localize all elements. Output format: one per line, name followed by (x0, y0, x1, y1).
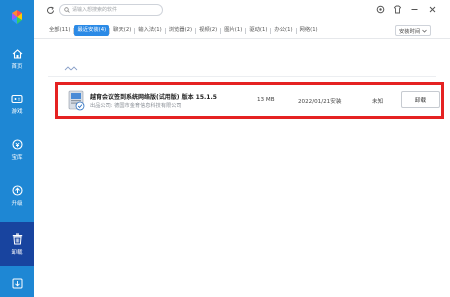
trash-icon (12, 233, 22, 244)
upgrade-icon (11, 185, 23, 196)
uninstall-button[interactable]: 卸载 (401, 91, 440, 108)
search-input[interactable] (70, 5, 160, 15)
minimize-icon (411, 9, 418, 10)
tab-image[interactable]: 图片(1) (221, 25, 245, 36)
skin-icon (393, 5, 402, 14)
app-package-icon (68, 90, 85, 111)
close-icon (429, 6, 436, 13)
tab-input-method[interactable]: 输入法(1) (135, 25, 164, 36)
sidebar: 首页 游戏 宝库 升级 卸载 (0, 0, 34, 297)
download-icon (12, 278, 22, 289)
app-size: 13 MB (257, 97, 275, 103)
tab-recent-install[interactable]: 最近安装(4) (74, 25, 110, 36)
sidebar-item-label: 宝库 (11, 155, 23, 161)
gamepad-icon (11, 94, 23, 103)
chevron-down-icon (422, 29, 427, 33)
sort-dropdown[interactable]: 安装时间 (395, 25, 431, 36)
treasure-icon (11, 139, 23, 150)
category-tabs-bar: 全部(11) 最近安装(4) 聊天(2) 输入法(1) 浏览器(2) 视频(2)… (34, 22, 450, 39)
tab-all[interactable]: 全部(11) (46, 25, 73, 36)
tab-browser[interactable]: 浏览器(2) (166, 25, 195, 36)
tab-office[interactable]: 办公(1) (271, 25, 295, 36)
refresh-button[interactable] (45, 5, 55, 15)
settings-button[interactable] (375, 4, 386, 15)
tab-network[interactable]: 网络(1) (297, 25, 321, 36)
sidebar-item-label: 游戏 (11, 108, 23, 115)
sidebar-download-button[interactable] (0, 270, 34, 297)
list-item[interactable]: 越育会议签到系统网络版(试用版) 版本 15.1.5 出品公司: 德国市金育信息… (55, 82, 444, 119)
app-install-date: 2022/01/21安装 (298, 99, 342, 105)
search-box[interactable] (59, 4, 163, 16)
sidebar-item-upgrade[interactable]: 升级 (0, 177, 34, 215)
top-bar (34, 0, 450, 22)
collapse-chevron-icon[interactable] (64, 66, 78, 71)
sidebar-item-home[interactable]: 首页 (0, 40, 34, 78)
app-logo (0, 0, 34, 34)
sidebar-item-label: 卸载 (11, 249, 23, 256)
sort-selected-value: 安装时间 (399, 28, 421, 35)
sidebar-item-games[interactable]: 游戏 (0, 85, 34, 123)
category-tabs: 全部(11) 最近安装(4) 聊天(2) 输入法(1) 浏览器(2) 视频(2)… (46, 25, 321, 36)
app-publisher: 出品公司: 德国市金育信息科技有限公司 (90, 103, 182, 109)
home-icon (12, 48, 22, 59)
row-divider (48, 76, 436, 77)
minimize-button[interactable] (409, 4, 420, 15)
sidebar-item-label: 首页 (11, 63, 23, 70)
tab-chat[interactable]: 聊天(2) (110, 25, 134, 36)
app-list: 越育会议签到系统网络版(试用版) 版本 15.1.5 出品公司: 德国市金育信息… (34, 39, 450, 297)
sidebar-item-treasury[interactable]: 宝库 (0, 131, 34, 169)
sidebar-item-label: 升级 (11, 201, 23, 207)
logo-icon (12, 10, 22, 24)
app-name: 越育会议签到系统网络版(试用版) 版本 15.1.5 (90, 94, 217, 101)
tab-driver[interactable]: 驱动(1) (246, 25, 270, 36)
refresh-icon (46, 6, 54, 14)
tab-video[interactable]: 视频(2) (196, 25, 220, 36)
skin-button[interactable] (392, 4, 403, 15)
app-usage-frequency: 未知 (372, 99, 384, 105)
gear-icon (376, 5, 385, 14)
close-button[interactable] (427, 4, 438, 15)
sidebar-item-uninstall[interactable]: 卸载 (0, 222, 34, 266)
